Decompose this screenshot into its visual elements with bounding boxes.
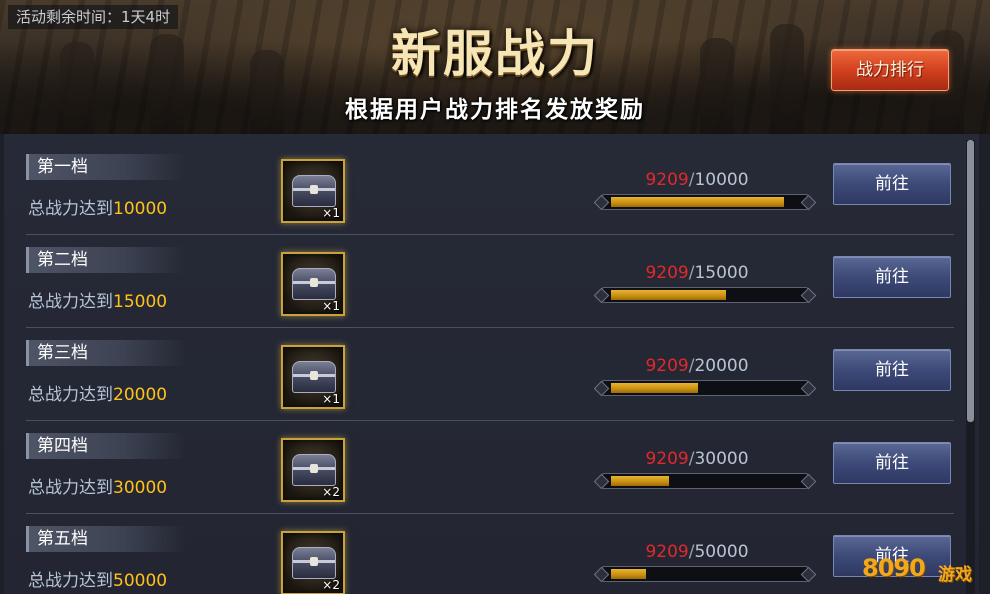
reward-chest-icon[interactable]: ×2	[281, 438, 345, 502]
chest-graphic	[292, 361, 336, 393]
site-watermark-logo: 8090 游戏	[862, 540, 984, 590]
requirement-label: 总战力达到	[28, 385, 113, 405]
progress-text: 9209/10000	[586, 170, 808, 190]
requirement-value: 50000	[113, 571, 168, 591]
tier-row: 第三档 总战力达到20000 ×1 9209/20000 前往	[26, 328, 954, 421]
tier-requirement: 总战力达到15000	[28, 287, 167, 312]
progress-fill	[611, 383, 698, 393]
tier-name: 第四档	[26, 433, 186, 459]
power-ranking-button[interactable]: 战力排行	[831, 49, 949, 91]
requirement-value: 20000	[113, 385, 168, 405]
tier-row: 第四档 总战力达到30000 ×2 9209/30000 前往	[26, 421, 954, 514]
requirement-label: 总战力达到	[28, 292, 113, 312]
go-button[interactable]: 前往	[833, 442, 951, 484]
progress-text: 9209/20000	[586, 356, 808, 376]
progress-fill	[611, 476, 669, 486]
progress-text: 9209/15000	[586, 263, 808, 283]
tier-requirement: 总战力达到20000	[28, 380, 167, 405]
target-power: 20000	[694, 356, 749, 376]
progress-fill	[611, 197, 785, 207]
tier-requirement: 总战力达到10000	[28, 194, 167, 219]
target-power: 50000	[694, 542, 749, 562]
progress-bar	[602, 380, 808, 396]
tier-name: 第一档	[26, 154, 186, 180]
go-button[interactable]: 前往	[833, 163, 951, 205]
chest-graphic	[292, 268, 336, 300]
go-button[interactable]: 前往	[833, 349, 951, 391]
requirement-value: 10000	[113, 199, 168, 219]
current-power: 9209	[645, 542, 689, 562]
reward-chest-icon[interactable]: ×2	[281, 531, 345, 594]
tier-row: 第一档 总战力达到10000 ×1 9209/10000 前往	[26, 142, 954, 235]
tier-row: 第五档 总战力达到50000 ×2 9209/50000 前往	[26, 514, 954, 594]
target-power: 30000	[694, 449, 749, 469]
current-power: 9209	[645, 449, 689, 469]
requirement-value: 30000	[113, 478, 168, 498]
watermark-word: 游戏	[938, 565, 972, 585]
progress-text: 9209/50000	[586, 542, 808, 562]
tier-name: 第三档	[26, 340, 186, 366]
tier-requirement: 总战力达到50000	[28, 566, 167, 591]
progress-bar	[602, 566, 808, 582]
target-power: 10000	[694, 170, 749, 190]
reward-quantity: ×1	[322, 392, 340, 406]
requirement-label: 总战力达到	[28, 478, 113, 498]
chest-graphic	[292, 454, 336, 486]
scrollbar-thumb[interactable]	[967, 140, 974, 422]
progress-fill	[611, 290, 727, 300]
tier-name: 第二档	[26, 247, 186, 273]
chest-graphic	[292, 175, 336, 207]
watermark-digits: 8090	[862, 554, 926, 582]
current-power: 9209	[645, 263, 689, 283]
reward-chest-icon[interactable]: ×1	[281, 345, 345, 409]
reward-quantity: ×1	[322, 299, 340, 313]
current-power: 9209	[645, 356, 689, 376]
progress-bar	[602, 473, 808, 489]
event-banner: 活动剩余时间：1天4时 新服战力 根据用户战力排名发放奖励 战力排行	[0, 0, 990, 134]
chest-graphic	[292, 547, 336, 579]
target-power: 15000	[694, 263, 749, 283]
reward-quantity: ×1	[322, 206, 340, 220]
progress-text: 9209/30000	[586, 449, 808, 469]
current-power: 9209	[645, 170, 689, 190]
requirement-label: 总战力达到	[28, 199, 113, 219]
reward-quantity: ×2	[322, 578, 340, 592]
event-subtitle: 根据用户战力排名发放奖励	[345, 97, 645, 123]
tier-name: 第五档	[26, 526, 186, 552]
requirement-value: 15000	[113, 292, 168, 312]
progress-fill	[611, 569, 646, 579]
progress-bar	[602, 194, 808, 210]
reward-quantity: ×2	[322, 485, 340, 499]
reward-chest-icon[interactable]: ×1	[281, 159, 345, 223]
reward-chest-icon[interactable]: ×1	[281, 252, 345, 316]
requirement-label: 总战力达到	[28, 571, 113, 591]
tier-requirement: 总战力达到30000	[28, 473, 167, 498]
list-scrollbar[interactable]	[966, 140, 975, 594]
go-button[interactable]: 前往	[833, 256, 951, 298]
tier-list: 第一档 总战力达到10000 ×1 9209/10000 前往 第二档 总战力达…	[4, 134, 979, 594]
progress-bar	[602, 287, 808, 303]
tier-row: 第二档 总战力达到15000 ×1 9209/15000 前往	[26, 235, 954, 328]
